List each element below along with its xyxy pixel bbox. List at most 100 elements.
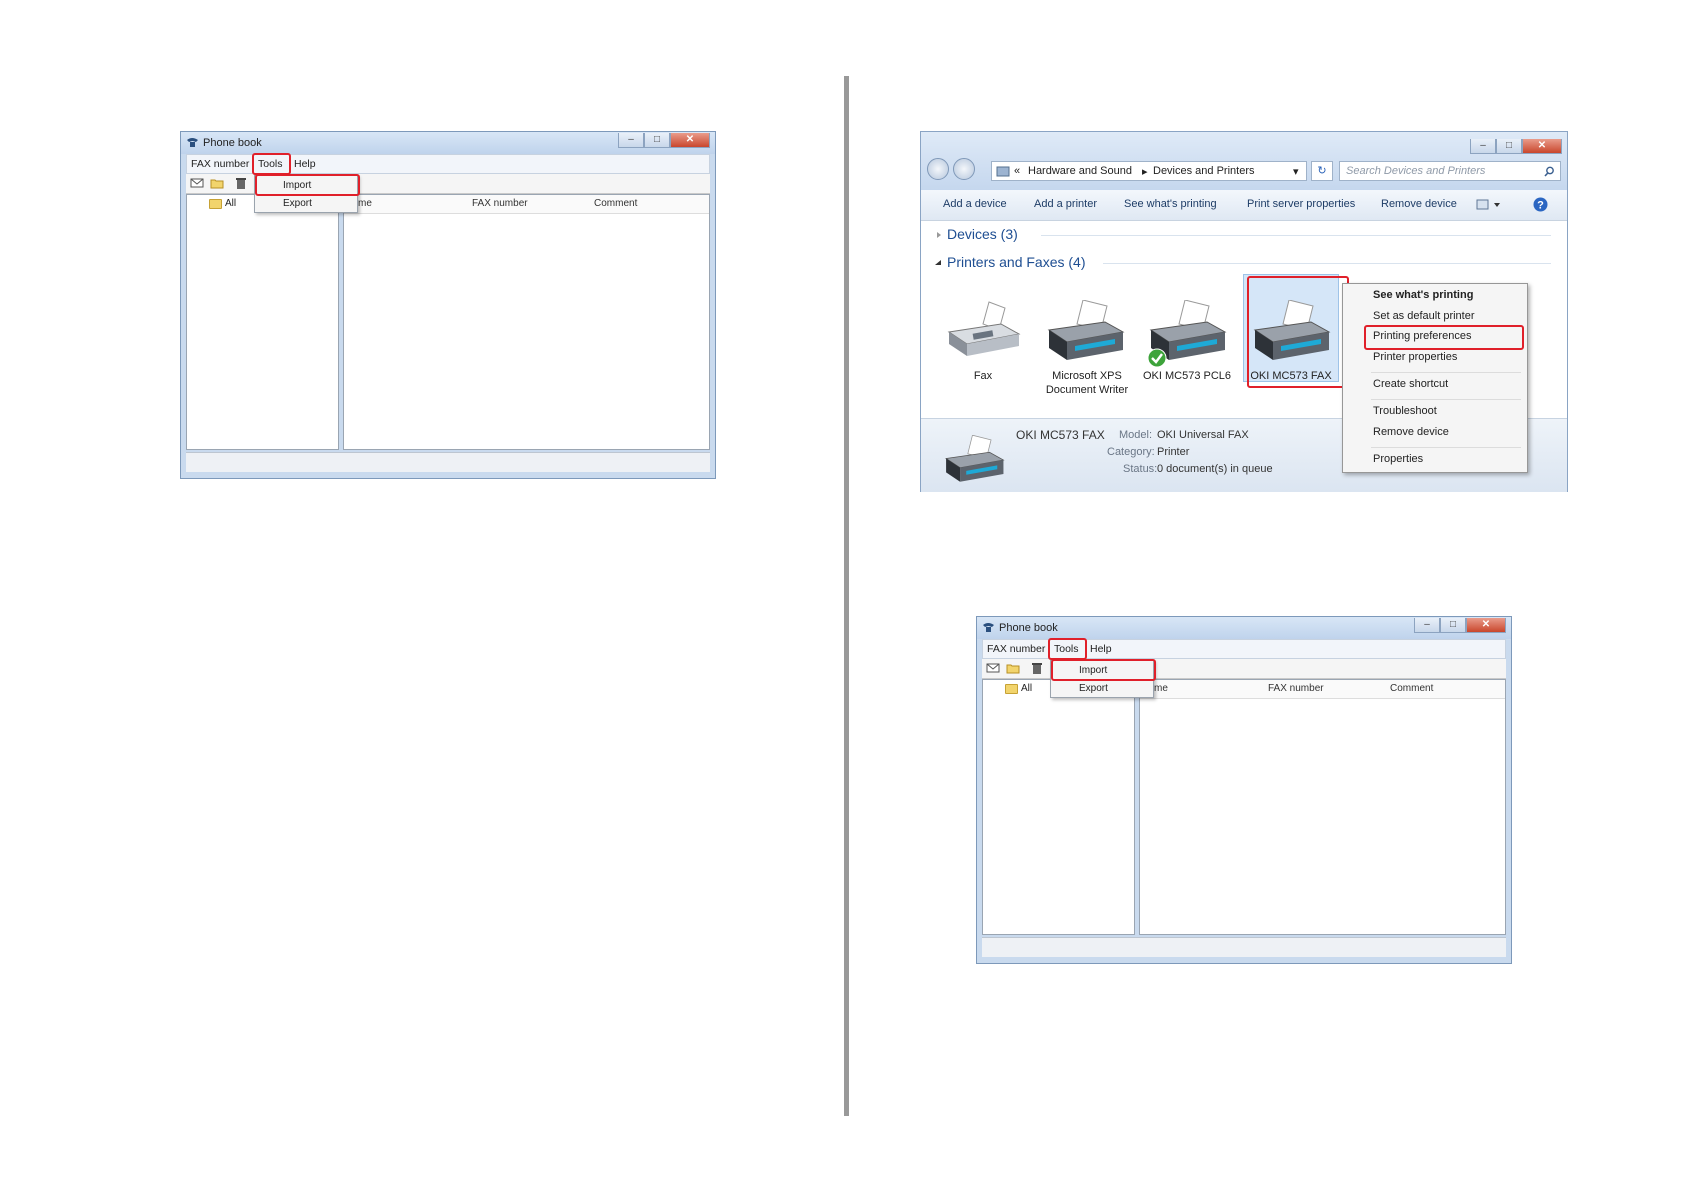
printer-label-pcl6: OKI MC573 PCL6 [1142,370,1232,382]
view-options-icon[interactable] [1476,199,1502,211]
tree-item-all[interactable]: All [1021,683,1032,694]
ctx-remove-device[interactable]: Remove device [1373,426,1449,438]
menu-separator [1371,447,1521,448]
ctx-set-default-printer[interactable]: Set as default printer [1373,310,1475,322]
group-tree-panel: All [982,679,1135,935]
breadcrumb-chevron: « [1014,165,1021,177]
window-controls: – □ ✕ [1470,139,1562,155]
minimize-button[interactable]: – [618,133,644,148]
close-button[interactable]: ✕ [1466,618,1506,633]
details-model-label: Model: [1119,429,1153,441]
address-dropdown-arrow[interactable]: ▾ [1293,165,1299,178]
close-button[interactable]: ✕ [1522,139,1562,154]
import-highlight [255,174,360,196]
cmd-add-device[interactable]: Add a device [943,198,1007,210]
phonebook-app-icon [983,623,994,632]
column-comment-header[interactable]: Comment [594,198,637,209]
address-bar[interactable]: « Hardware and Sound ▸ Devices and Print… [991,161,1307,181]
column-name-header[interactable]: me [1154,683,1168,694]
minimize-button[interactable]: – [1414,618,1440,633]
tools-highlight [252,153,291,175]
trash-icon[interactable] [234,177,248,189]
navigation-buttons [927,158,979,180]
page-divider [844,76,849,1116]
fax-icon[interactable] [943,300,1023,364]
cmd-remove-device[interactable]: Remove device [1381,198,1457,210]
menu-fax-number[interactable]: FAX number [987,643,1045,655]
command-bar: Add a device Add a printer See what's pr… [921,190,1567,221]
printer-label-xps: Microsoft XPS Document Writer [1045,370,1129,396]
printer-icon[interactable] [1045,300,1125,364]
refresh-button[interactable]: ↻ [1311,161,1333,181]
default-printer-check-icon [1147,348,1167,368]
menu-help[interactable]: Help [1090,643,1112,655]
envelope-icon[interactable] [986,662,1000,674]
maximize-button[interactable]: □ [1496,139,1522,154]
status-bar [982,937,1506,957]
menu-separator [1371,372,1521,373]
ctx-create-shortcut[interactable]: Create shortcut [1373,378,1448,390]
phonebook-app-icon [187,138,198,147]
cmd-print-server-properties[interactable]: Print server properties [1247,198,1355,210]
maximize-button[interactable]: □ [644,133,670,148]
details-status-label: Status: [1123,463,1158,475]
folder-icon [209,199,222,209]
tools-highlight [1048,638,1087,660]
window-controls: – □ ✕ [618,133,710,149]
list-header: me FAX number Comment [1140,680,1505,699]
folder-icon[interactable] [210,177,224,189]
group-devices[interactable]: Devices (3) [947,226,1018,242]
ctx-properties[interactable]: Properties [1373,453,1423,465]
folder-icon [1005,684,1018,694]
breadcrumb-hardware-and-sound[interactable]: Hardware and Sound [1028,165,1132,177]
column-fax-number-header[interactable]: FAX number [1268,683,1324,694]
printer-icon [945,435,1005,482]
column-comment-header[interactable]: Comment [1390,683,1433,694]
menu-fax-number[interactable]: FAX number [191,158,249,170]
cmd-see-whats-printing[interactable]: See what's printing [1124,198,1217,210]
printing-preferences-highlight [1364,325,1524,350]
trash-icon[interactable] [1030,662,1044,674]
details-model-value: OKI Universal FAX [1157,429,1249,441]
close-button[interactable]: ✕ [670,133,710,148]
import-highlight [1051,659,1156,681]
breadcrumb-devices-and-printers[interactable]: Devices and Printers [1153,165,1255,177]
details-category-label: Category: [1107,446,1155,458]
window-title: Phone book [999,622,1058,634]
group-tree-panel: All [186,194,339,450]
forward-button[interactable] [953,158,975,180]
column-name-header[interactable]: me [358,198,372,209]
folder-icon[interactable] [1006,662,1020,674]
ctx-troubleshoot[interactable]: Troubleshoot [1373,405,1437,417]
expanded-arrow-icon[interactable] [934,259,942,267]
printer-label-fax: Fax [973,370,993,382]
status-bar [186,452,710,472]
title-bar: Phone book – □ ✕ [977,617,1511,639]
breadcrumb-separator-arrow: ▸ [1142,166,1148,178]
back-button[interactable] [927,158,949,180]
search-icon[interactable] [1544,166,1555,177]
control-panel-icon [996,166,1010,177]
group-divider [1103,263,1551,264]
window-title: Phone book [203,137,262,149]
menu-item-export[interactable]: Export [1079,683,1108,694]
search-input[interactable]: Search Devices and Printers [1339,161,1561,181]
group-printers-and-faxes[interactable]: Printers and Faxes (4) [947,254,1086,270]
title-bar: Phone book – □ ✕ [181,132,715,154]
oki-fax-highlight [1247,276,1349,388]
tree-item-all[interactable]: All [225,198,236,209]
envelope-icon[interactable] [190,177,204,189]
printer-context-menu: See what's printing Set as default print… [1342,283,1528,473]
menu-help[interactable]: Help [294,158,316,170]
collapsed-arrow-icon[interactable] [935,231,943,239]
ctx-see-whats-printing[interactable]: See what's printing [1373,289,1473,301]
menu-separator [1371,399,1521,400]
maximize-button[interactable]: □ [1440,618,1466,633]
minimize-button[interactable]: – [1470,139,1496,154]
help-icon[interactable]: ? [1533,197,1548,212]
menu-item-export[interactable]: Export [283,198,312,209]
cmd-add-printer[interactable]: Add a printer [1034,198,1097,210]
window-controls: – □ ✕ [1414,618,1506,634]
ctx-printer-properties[interactable]: Printer properties [1373,351,1457,363]
column-fax-number-header[interactable]: FAX number [472,198,528,209]
